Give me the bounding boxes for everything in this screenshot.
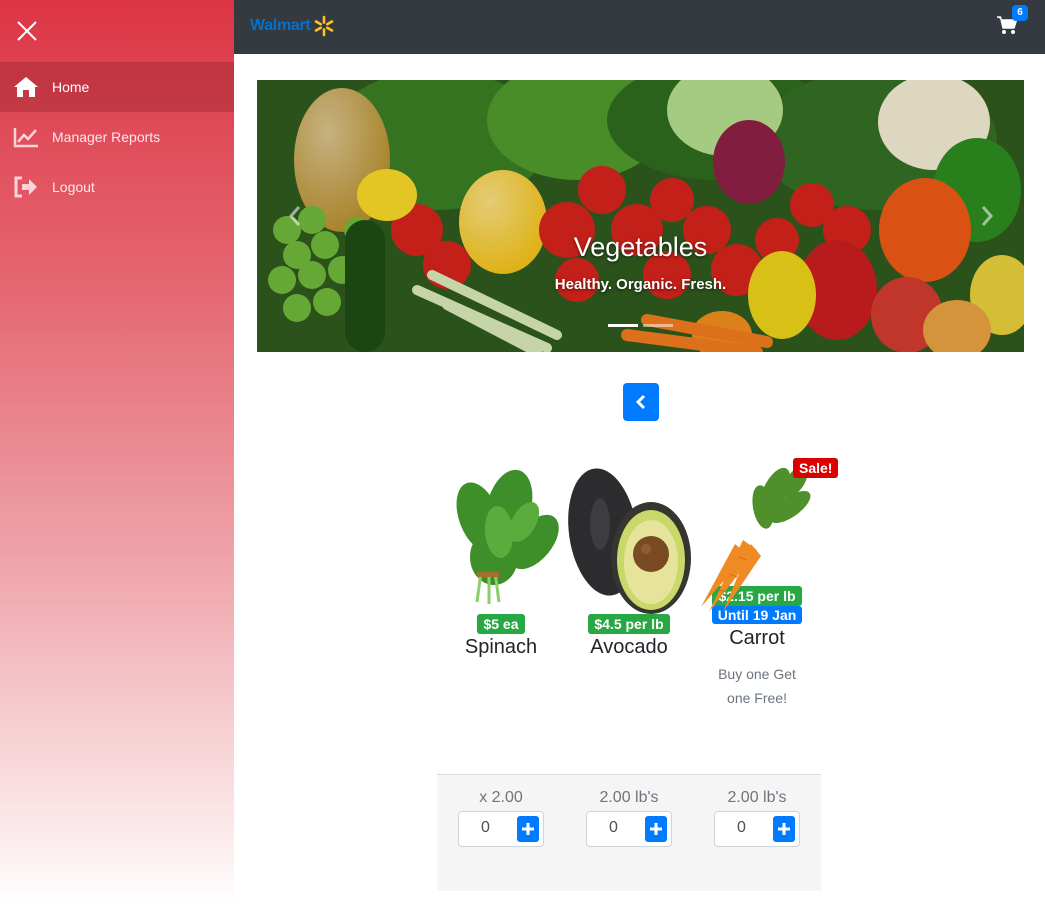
unit-label: x 2.00	[479, 789, 523, 806]
chart-icon	[12, 125, 40, 149]
close-sidebar-button[interactable]	[14, 18, 40, 44]
spinach-image	[456, 469, 559, 604]
back-button[interactable]	[623, 383, 659, 421]
sidebar-item-manager-reports[interactable]: Manager Reports	[0, 112, 234, 162]
chevron-left-icon	[288, 206, 300, 226]
quantity-control-avocado: 2.00 lb's	[565, 789, 693, 847]
sidebar-item-home[interactable]: Home	[0, 62, 234, 112]
product-name: Spinach	[464, 636, 538, 658]
sale-badge: Sale!	[793, 458, 839, 478]
brand-logo[interactable]: Walmart	[250, 15, 335, 37]
carousel-title: Vegetables	[573, 232, 708, 262]
hero-carousel: Vegetables Healthy. Organic. Fresh.	[257, 80, 1024, 352]
chevron-right-icon	[981, 206, 993, 226]
brand-name: Walmart	[250, 17, 311, 34]
close-icon	[17, 21, 37, 41]
product-description: Buy one Get one Free!	[718, 666, 796, 706]
top-navbar: Walmart 6	[234, 0, 1045, 54]
vegetables-banner-image	[257, 80, 1024, 352]
sidebar-item-label: Logout	[52, 179, 95, 195]
product-card-avocado[interactable]: $4.5 per lb Avocado	[567, 462, 691, 659]
add-button[interactable]	[517, 816, 539, 842]
price-badge: $5 ea	[477, 614, 525, 634]
add-button[interactable]	[645, 816, 667, 842]
home-icon	[12, 75, 40, 99]
product-name: Carrot	[729, 627, 785, 649]
quantity-panel: x 2.00 2.00 lb's 2.00 lb's	[437, 774, 821, 891]
spark-icon	[315, 15, 334, 37]
sidebar-item-logout[interactable]: Logout	[0, 162, 234, 212]
product-card-carrot[interactable]: Sale! $2.15 per lb Until 19 Jan Carrot B…	[695, 458, 839, 710]
price-badge: $4.5 per lb	[588, 614, 670, 634]
product-name: Avocado	[590, 636, 668, 658]
quantity-field	[458, 811, 544, 847]
cart-count-badge: 6	[1012, 5, 1028, 21]
quantity-field	[586, 811, 672, 847]
unit-label: 2.00 lb's	[727, 789, 787, 806]
quantity-control-carrot: 2.00 lb's	[693, 789, 821, 847]
product-card-spinach[interactable]: $5 ea Spinach	[439, 462, 563, 659]
carousel-indicator-1[interactable]	[608, 324, 638, 327]
plus-icon	[778, 823, 790, 835]
quantity-control-spinach: x 2.00	[437, 789, 565, 847]
carousel-caption: Healthy. Organic. Fresh.	[554, 276, 727, 293]
logout-icon	[12, 175, 40, 199]
carrot-image	[701, 466, 811, 612]
unit-label: 2.00 lb's	[599, 789, 659, 806]
carousel-indicator-2[interactable]	[643, 324, 673, 327]
plus-icon	[650, 823, 662, 835]
chevron-left-icon	[635, 394, 646, 410]
sidebar-item-label: Home	[52, 79, 90, 95]
carousel-next-button[interactable]	[949, 80, 1024, 352]
sidebar-item-label: Manager Reports	[52, 129, 161, 145]
plus-icon	[522, 823, 534, 835]
avocado-image	[568, 468, 691, 614]
add-button[interactable]	[773, 816, 795, 842]
sidebar: Home Manager Reports Logout	[0, 0, 234, 908]
carousel-prev-button[interactable]	[257, 80, 332, 352]
quantity-field	[714, 811, 800, 847]
